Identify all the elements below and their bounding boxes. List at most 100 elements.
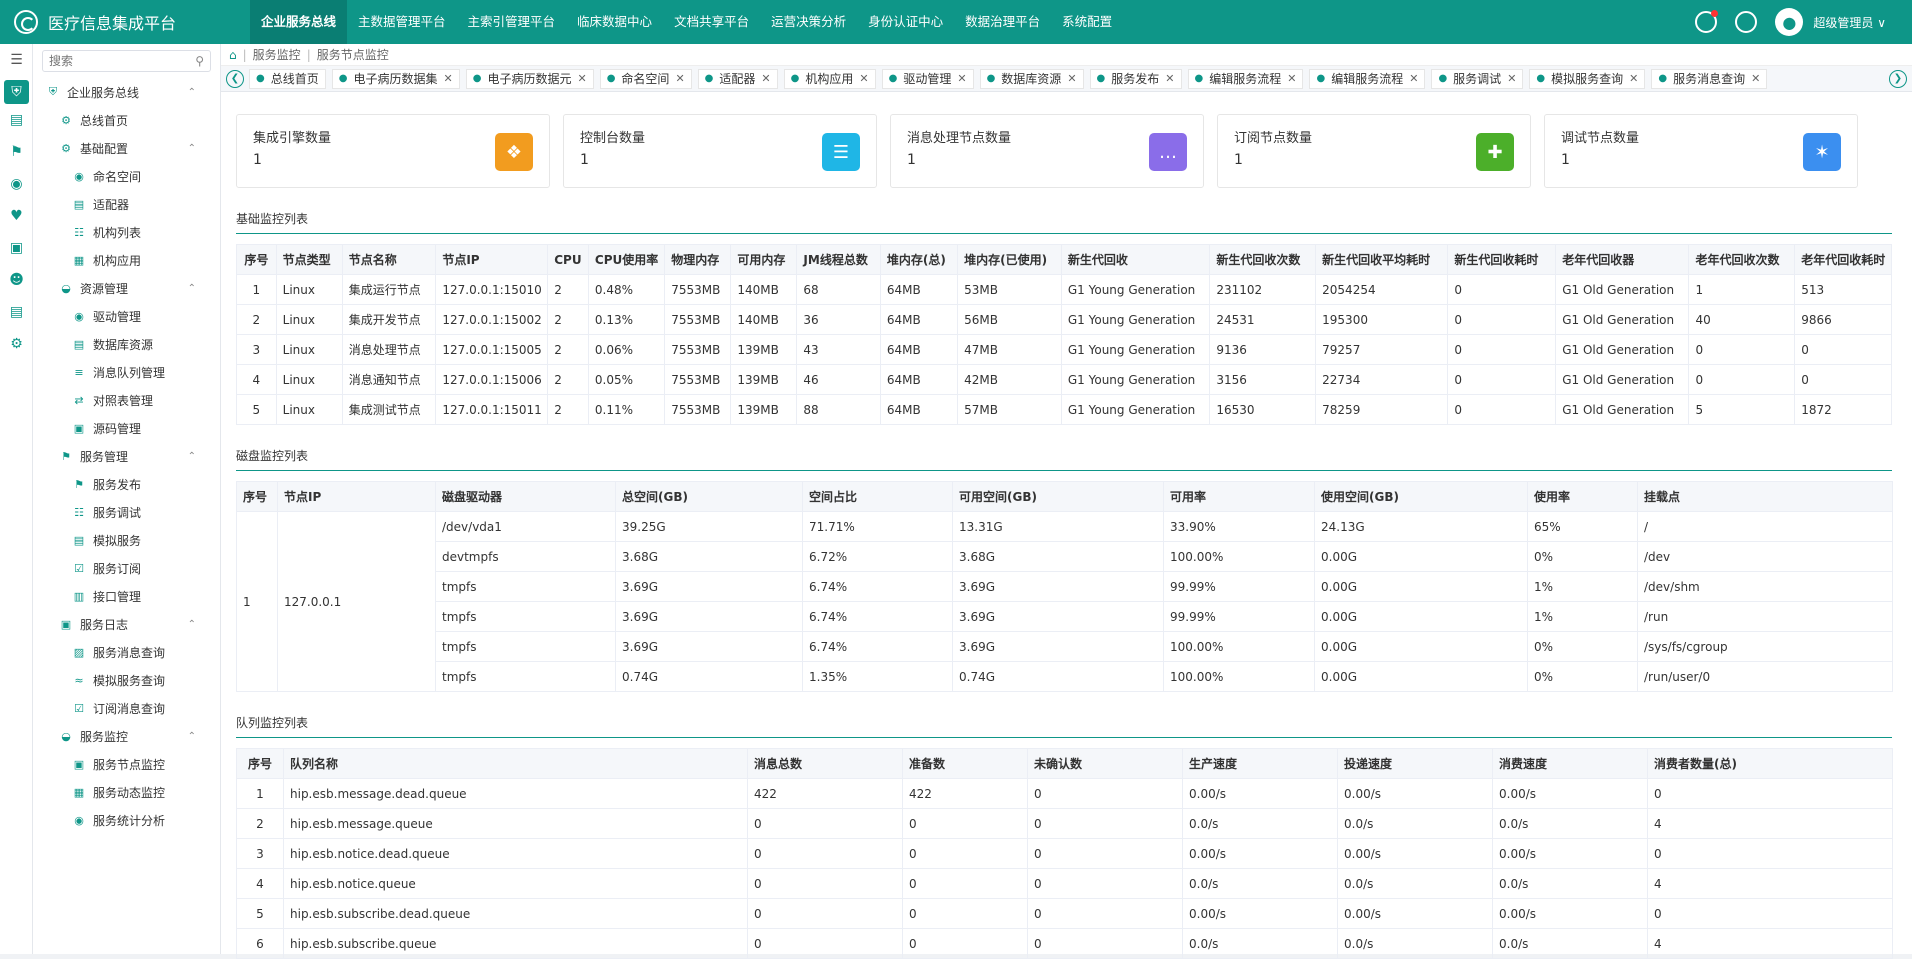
chevron-up-icon[interactable]: ⌃ <box>188 143 196 154</box>
sidebar-item[interactable]: ⚙ 总线首页 <box>33 106 220 134</box>
tab-item[interactable]: ● 电子病历数据元 ✕ <box>465 68 594 89</box>
close-icon[interactable]: ✕ <box>859 72 868 85</box>
top-nav-item[interactable]: 企业服务总线 <box>250 0 348 44</box>
close-icon[interactable]: ✕ <box>1165 72 1174 85</box>
tab-item[interactable]: ● 编辑服务流程 ✕ <box>1187 68 1304 89</box>
gears-icon[interactable]: ⚙ <box>0 328 33 360</box>
code-icon: ▣ <box>73 421 85 435</box>
close-icon[interactable]: ✕ <box>957 72 966 85</box>
sidebar-item[interactable]: ☑ 订阅消息查询 <box>33 694 220 722</box>
close-icon[interactable]: ✕ <box>761 72 770 85</box>
storage-icon[interactable]: ▤ <box>0 296 33 328</box>
tab-item[interactable]: ● 机构应用 ✕ <box>783 68 876 89</box>
sidebar-item[interactable]: ⚑ 服务管理 ⌃ <box>33 442 220 470</box>
user-name-dropdown[interactable]: 超级管理员 ∨ <box>1813 14 1886 31</box>
table-cell: 5 <box>236 898 284 929</box>
tab-item[interactable]: ● 命名空间 ✕ <box>599 68 692 89</box>
tab-item[interactable]: ● 驱动管理 ✕ <box>881 68 974 89</box>
table-cell: 集成测试节点 <box>341 394 437 425</box>
briefcase-icon[interactable]: ▣ <box>0 232 33 264</box>
close-icon[interactable]: ✕ <box>577 72 586 85</box>
menu-toggle-icon[interactable]: ☰ <box>0 44 33 76</box>
search-icon[interactable]: ⚲ <box>195 54 204 68</box>
table-cell: 0 <box>902 898 1028 929</box>
chevron-up-icon[interactable]: ⌃ <box>188 283 196 294</box>
sidebar-item[interactable]: ⇄ 对照表管理 <box>33 386 220 414</box>
close-icon[interactable]: ✕ <box>1287 72 1296 85</box>
sidebar-item[interactable]: ⛨ 企业服务总线 ⌃ <box>33 78 220 106</box>
chevron-up-icon[interactable]: ⌃ <box>188 619 196 630</box>
close-icon[interactable]: ✕ <box>444 72 453 85</box>
top-nav-item[interactable]: 文档共享平台 <box>663 0 760 44</box>
close-icon[interactable]: ✕ <box>1067 72 1076 85</box>
top-nav-item[interactable]: 主索引管理平台 <box>457 0 567 44</box>
table-cell: 0% <box>1527 661 1638 692</box>
sidebar-item[interactable]: ☑ 服务订阅 <box>33 554 220 582</box>
close-icon[interactable]: ✕ <box>1409 72 1418 85</box>
tab-label: 机构应用 <box>805 72 854 86</box>
sidebar-item[interactable]: ▦ 服务动态监控 <box>33 778 220 806</box>
app-logo[interactable]: 医疗信息集成平台 <box>0 0 250 44</box>
shield-icon[interactable]: ⛨ <box>4 80 29 104</box>
table-cell: 71.71% <box>802 511 953 542</box>
chevron-up-icon[interactable]: ⌃ <box>188 87 196 98</box>
settings-circle-icon[interactable] <box>1735 11 1758 33</box>
sidebar-item[interactable]: ▣ 服务日志 ⌃ <box>33 610 220 638</box>
bookmark-icon[interactable]: ⚑ <box>0 136 33 168</box>
tab-item[interactable]: ● 服务发布 ✕ <box>1089 68 1182 89</box>
sidebar-item[interactable]: ▦ 机构应用 <box>33 246 220 274</box>
sidebar-item[interactable]: ⚙ 基础配置 ⌃ <box>33 134 220 162</box>
sidebar-item[interactable]: ⚑ 服务发布 <box>33 470 220 498</box>
breadcrumb-item[interactable]: 服务监控 <box>253 46 301 63</box>
chevron-up-icon[interactable]: ⌃ <box>188 731 196 742</box>
top-nav-item[interactable]: 数据治理平台 <box>954 0 1051 44</box>
table-cell: 3.69G <box>952 571 1164 602</box>
sidebar-item[interactable]: ▤ 模拟服务 <box>33 526 220 554</box>
sidebar-item[interactable]: ▥ 接口管理 <box>33 582 220 610</box>
sidebar-item[interactable]: ▣ 源码管理 <box>33 414 220 442</box>
top-nav-item[interactable]: 系统配置 <box>1051 0 1123 44</box>
tab-scroll-right-icon[interactable]: ❯ <box>1889 69 1907 88</box>
sidebar-item[interactable]: ◒ 资源管理 ⌃ <box>33 274 220 302</box>
home-icon[interactable]: ⌂ <box>229 48 237 62</box>
tab-item[interactable]: ● 服务调试 ✕ <box>1431 68 1524 89</box>
tab-scroll-left-icon[interactable]: ❮ <box>226 69 244 88</box>
sidebar-item[interactable]: ≡ 消息队列管理 <box>33 358 220 386</box>
sidebar-item[interactable]: ▤ 数据库资源 <box>33 330 220 358</box>
top-nav-item[interactable]: 运营决策分析 <box>760 0 857 44</box>
tab-item[interactable]: ● 适配器 ✕ <box>697 68 778 89</box>
tab-item[interactable]: ● 编辑服务流程 ✕ <box>1309 68 1426 89</box>
sidebar-item[interactable]: ◒ 服务监控 ⌃ <box>33 722 220 750</box>
disc-icon[interactable]: ◉ <box>0 168 33 200</box>
sidebar-item[interactable]: ▣ 服务节点监控 <box>33 750 220 778</box>
tab-item[interactable]: ● 模拟服务查询 ✕ <box>1529 68 1646 89</box>
top-nav-item[interactable]: 主数据管理平台 <box>347 0 457 44</box>
tab-item[interactable]: ● 数据库资源 ✕ <box>979 68 1084 89</box>
close-icon[interactable]: ✕ <box>1629 72 1638 85</box>
user-icon[interactable]: ☻ <box>0 264 33 296</box>
sidebar-item[interactable]: ◉ 命名空间 <box>33 162 220 190</box>
sidebar-item[interactable]: ◉ 驱动管理 <box>33 302 220 330</box>
search-input[interactable] <box>49 54 196 68</box>
close-icon[interactable]: ✕ <box>675 72 684 85</box>
sidebar-item[interactable]: ◉ 服务统计分析 <box>33 806 220 834</box>
avatar[interactable]: ● <box>1775 8 1804 36</box>
sidebar-item[interactable]: ≈ 模拟服务查询 <box>33 666 220 694</box>
close-icon[interactable]: ✕ <box>1507 72 1516 85</box>
shield-heart-icon[interactable]: ♥ <box>0 200 33 232</box>
tab-icon: ● <box>1316 73 1326 84</box>
notification-icon[interactable] <box>1695 10 1719 33</box>
top-nav-item[interactable]: 身份认证中心 <box>857 0 954 44</box>
tab-item[interactable]: ● 服务消息查询 ✕ <box>1651 68 1768 89</box>
tab-item[interactable]: ● 电子病历数据集 ✕ <box>331 68 460 89</box>
sidebar-item[interactable]: ▨ 服务消息查询 <box>33 638 220 666</box>
top-nav-item[interactable]: 临床数据中心 <box>566 0 663 44</box>
close-icon[interactable]: ✕ <box>1751 72 1760 85</box>
tab-item[interactable]: ● 总线首页 <box>249 68 326 89</box>
server-icon[interactable]: ▤ <box>0 104 33 136</box>
sidebar-item-label: 订阅消息查询 <box>93 701 166 716</box>
chevron-up-icon[interactable]: ⌃ <box>188 451 196 462</box>
sidebar-item[interactable]: ☷ 服务调试 <box>33 498 220 526</box>
sidebar-item[interactable]: ☷ 机构列表 <box>33 218 220 246</box>
sidebar-item[interactable]: ▤ 适配器 <box>33 190 220 218</box>
